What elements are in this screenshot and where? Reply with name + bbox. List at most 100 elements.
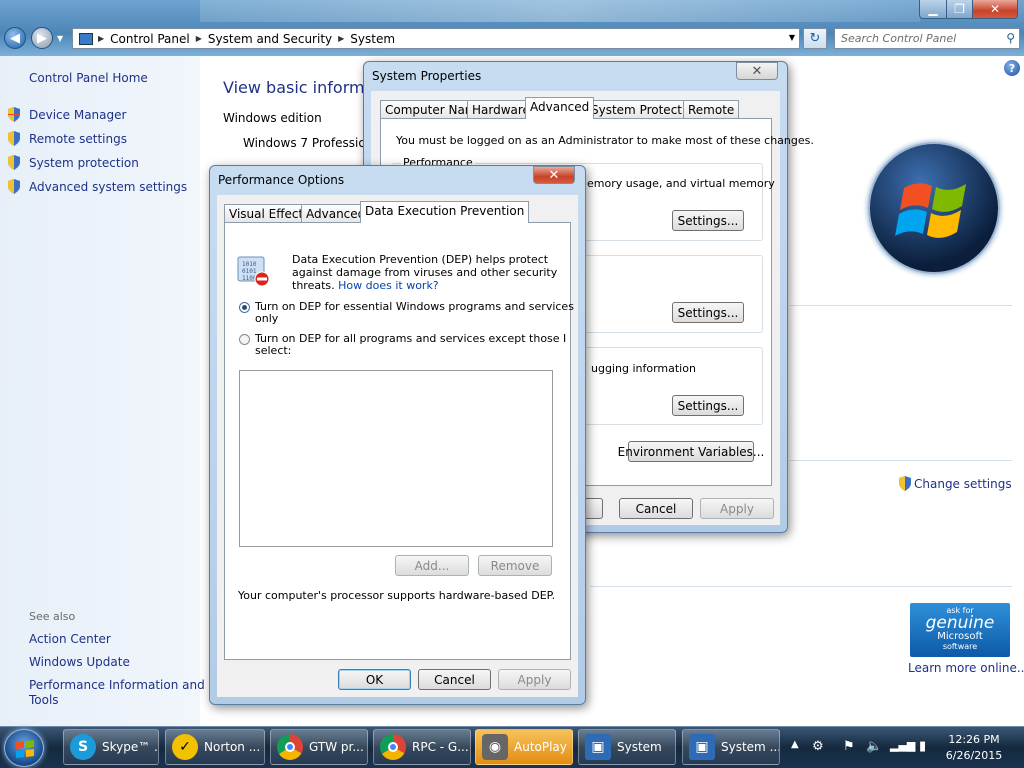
performance-description: emory usage, and virtual memory <box>587 177 775 190</box>
refresh-button[interactable]: ↻ <box>803 28 827 49</box>
dep-shield-icon: 1010 0101 1100 <box>237 256 270 287</box>
user-profiles-settings-button[interactable]: Settings... <box>672 302 744 323</box>
close-button[interactable]: ✕ <box>972 0 1018 19</box>
change-settings-label: Change settings <box>914 476 1012 491</box>
close-icon: ✕ <box>751 63 763 79</box>
cancel-button[interactable]: Cancel <box>418 669 491 690</box>
network-tray-icon[interactable]: ⚙ <box>812 739 824 754</box>
shield-icon <box>899 476 911 491</box>
action-center-link[interactable]: Action Center <box>29 632 111 646</box>
taskbar-item-norton[interactable]: ✓ Norton ... <box>165 729 265 765</box>
add-button[interactable]: Add... <box>395 555 469 576</box>
taskbar-item-label: Norton ... <box>204 740 261 754</box>
breadcrumb-control-panel[interactable]: Control Panel <box>105 32 195 46</box>
search-icon[interactable]: ⚲ <box>1006 31 1015 45</box>
windows-update-link[interactable]: Windows Update <box>29 655 130 669</box>
taskbar-item-label: System ... <box>721 740 780 754</box>
svg-text:0101: 0101 <box>242 268 257 275</box>
chevron-right-icon: ▶ <box>195 34 202 43</box>
battery-icon[interactable]: ▮ <box>919 739 926 754</box>
refresh-icon: ↻ <box>809 31 821 46</box>
blurred-titles <box>200 0 920 22</box>
action-center-flag-icon[interactable]: ⚑ <box>843 739 855 754</box>
taskbar-item-system-properties[interactable]: ▣ System ... <box>682 729 780 765</box>
apply-button[interactable]: Apply <box>700 498 774 519</box>
learn-more-link[interactable]: Learn more online... <box>908 661 1024 675</box>
volume-icon[interactable]: 🔈 <box>866 739 882 754</box>
dep-all-programs-label[interactable]: Turn on DEP for all programs and service… <box>255 333 566 357</box>
breadcrumb-system[interactable]: System <box>345 32 400 46</box>
see-also-heading: See also <box>29 610 76 623</box>
startup-description: ugging information <box>591 362 696 375</box>
control-panel-home-link[interactable]: Control Panel Home <box>29 71 148 85</box>
system-protection-link[interactable]: System protection <box>29 156 139 170</box>
tray-expand-icon[interactable]: ▲ <box>791 739 799 750</box>
performance-info-link[interactable]: Performance Information and <box>29 678 205 692</box>
admin-note: You must be logged on as an Administrato… <box>396 134 814 147</box>
forward-button[interactable]: ▶ <box>31 27 53 49</box>
close-button[interactable]: ✕ <box>736 62 778 80</box>
processor-note: Your computer's processor supports hardw… <box>238 589 556 602</box>
dep-tab-panel: 1010 0101 1100 Data Execution Prevention… <box>224 222 574 660</box>
genuine-line2: genuine <box>925 613 995 633</box>
system-clock[interactable]: 12:26 PM 6/26/2015 <box>940 733 1008 762</box>
taskbar-item-system[interactable]: ▣ System <box>578 729 676 765</box>
tab-advanced[interactable]: Advanced <box>525 97 595 119</box>
remove-button[interactable]: Remove <box>478 555 552 576</box>
apply-button[interactable]: Apply <box>498 669 571 690</box>
cancel-button[interactable]: Cancel <box>619 498 693 519</box>
chevron-right-icon: ▶ <box>338 34 345 43</box>
windows-edition-heading: Windows edition <box>223 111 322 125</box>
norton-icon: ✓ <box>172 734 198 760</box>
windows-edition-value: Windows 7 Professional <box>243 136 368 150</box>
taskbar-item-label: Skype™ ... <box>102 740 158 754</box>
dep-essential-label[interactable]: Turn on DEP for essential Windows progra… <box>255 301 574 325</box>
search-placeholder: Search Control Panel <box>841 32 957 45</box>
remote-settings-link[interactable]: Remote settings <box>29 132 127 146</box>
back-button[interactable]: ◀ <box>4 27 26 49</box>
close-button[interactable]: ✕ <box>533 166 575 184</box>
arrow-right-icon: ▶ <box>37 30 47 46</box>
recent-pages-dropdown[interactable]: ▼ <box>57 34 63 43</box>
tab-remote[interactable]: Remote <box>683 100 740 119</box>
genuine-line4: software <box>942 642 978 651</box>
performance-info-link-cont[interactable]: Tools <box>29 693 59 707</box>
excluded-programs-list[interactable] <box>239 370 553 547</box>
dep-description: Data Execution Prevention (DEP) helps pr… <box>292 253 557 292</box>
dep-essential-label-line1: Turn on DEP for essential Windows progra… <box>255 300 574 313</box>
performance-settings-button[interactable]: Settings... <box>672 210 744 231</box>
search-input[interactable]: Search Control Panel ⚲ <box>834 28 1020 49</box>
taskbar-item-skype[interactable]: S Skype™ ... <box>63 729 159 765</box>
address-bar[interactable]: ▶ Control Panel ▶ System and Security ▶ … <box>72 28 800 49</box>
help-icon[interactable]: ? <box>1004 60 1020 76</box>
genuine-microsoft-badge[interactable]: ask for genuine Microsoft software <box>910 603 1010 657</box>
advanced-system-settings-link[interactable]: Advanced system settings <box>29 180 187 194</box>
windows-flag-icon <box>16 740 34 758</box>
taskbar-item-chrome-gtw[interactable]: GTW pr... <box>270 729 368 765</box>
signal-strength-icon[interactable]: ▂▄▆ <box>890 739 915 752</box>
startup-settings-button[interactable]: Settings... <box>672 395 744 416</box>
maximize-button[interactable]: ❐ <box>946 0 973 19</box>
dep-description-line1: Data Execution Prevention (DEP) helps pr… <box>292 253 549 266</box>
computer-icon: ▣ <box>585 734 611 760</box>
dep-all-programs-label-line1: Turn on DEP for all programs and service… <box>255 332 567 345</box>
how-does-it-work-link[interactable]: How does it work? <box>338 279 439 292</box>
ok-button[interactable] <box>583 498 603 519</box>
tab-data-execution-prevention[interactable]: Data Execution Prevention <box>360 201 530 223</box>
clock-time: 12:26 PM <box>948 733 1000 746</box>
taskbar-item-autoplay[interactable]: ◉ AutoPlay <box>475 729 573 765</box>
taskbar-item-label: System <box>617 740 662 754</box>
device-manager-link[interactable]: Device Manager <box>29 108 126 122</box>
start-button[interactable] <box>4 729 44 767</box>
ok-button[interactable]: OK <box>338 669 411 690</box>
close-icon: ✕ <box>548 167 560 183</box>
dep-all-programs-radio[interactable] <box>239 334 250 345</box>
minimize-button[interactable]: ▁ <box>919 0 947 19</box>
dep-essential-radio[interactable] <box>239 302 250 313</box>
change-settings-link[interactable]: Change settings <box>898 476 1012 491</box>
chevron-down-icon[interactable]: ▼ <box>789 33 795 42</box>
genuine-line3: Microsoft <box>937 631 983 642</box>
taskbar-item-chrome-rpc[interactable]: RPC - G... <box>373 729 471 765</box>
environment-variables-button[interactable]: Environment Variables... <box>618 441 764 462</box>
breadcrumb-system-security[interactable]: System and Security <box>203 32 337 46</box>
